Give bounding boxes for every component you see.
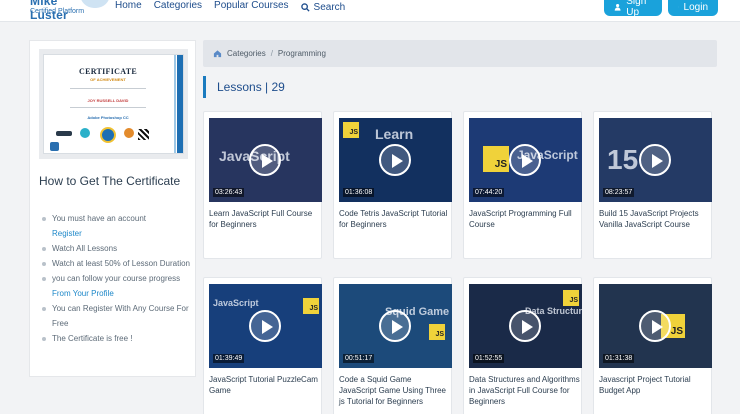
thumbnail-art: 15 <box>607 144 639 175</box>
lesson-card[interactable]: JS 01:31:38 Javascript Project Tutorial … <box>593 277 712 414</box>
certificate-course: Adobe Photoshop CC <box>87 115 129 120</box>
play-icon[interactable] <box>639 310 671 342</box>
certificate-line <box>70 107 146 108</box>
lesson-title[interactable]: Code a Squid Game JavaScript Game Using … <box>339 374 451 407</box>
lesson-duration: 01:36:08 <box>343 188 375 197</box>
lesson-title[interactable]: Build 15 JavaScript Projects Vanilla Jav… <box>599 208 711 230</box>
play-icon[interactable] <box>509 310 541 342</box>
certificate-card: CERTIFICATE OF ACHIEVEMENT JOY RUSSELL D… <box>43 54 184 154</box>
js-logo-icon: JS <box>343 122 359 138</box>
rule-text: you can follow your course progress <box>52 274 181 283</box>
js-logo-icon: JS <box>483 146 509 172</box>
lesson-duration: 00:51:17 <box>343 354 375 363</box>
play-icon[interactable] <box>249 310 281 342</box>
play-icon[interactable] <box>249 144 281 176</box>
lesson-card[interactable]: 15 08:23:57 Build 15 JavaScript Projects… <box>593 111 712 259</box>
login-icon <box>678 6 679 8</box>
play-icon[interactable] <box>639 144 671 176</box>
lesson-title[interactable]: Data Structures and Algorithms in JavaSc… <box>469 374 581 407</box>
profile-link[interactable]: From Your Profile <box>52 289 114 298</box>
certificate-accent-light <box>174 55 176 153</box>
breadcrumb-separator: / <box>270 49 273 58</box>
rule-item: you can follow your course progress From… <box>42 271 192 301</box>
rule-item: The Certificate is free ! <box>42 331 192 346</box>
breadcrumb-categories[interactable]: Categories <box>227 49 266 58</box>
lesson-card[interactable]: JavaScript 03:26:43 Learn JavaScript Ful… <box>203 111 322 259</box>
lesson-thumbnail[interactable]: 15 08:23:57 <box>599 118 712 202</box>
nav-categories[interactable]: Categories <box>154 0 202 14</box>
search-label: Search <box>313 1 346 13</box>
certificate-subtitle: OF ACHIEVEMENT <box>90 77 126 82</box>
lesson-duration: 08:23:57 <box>603 188 635 197</box>
breadcrumb-current: Programming <box>277 49 326 58</box>
lesson-title[interactable]: JavaScript Programming Full Course <box>469 208 581 230</box>
register-link[interactable]: Register <box>52 229 82 238</box>
nav-popular-courses[interactable]: Popular Courses <box>214 0 288 14</box>
lesson-thumbnail[interactable]: Squid Game JS 00:51:17 <box>339 284 452 368</box>
certificate-title: CERTIFICATE <box>79 67 137 76</box>
lesson-thumbnail[interactable]: JS 01:31:38 <box>599 284 712 368</box>
lesson-duration: 01:31:38 <box>603 354 635 363</box>
lesson-card[interactable]: Data Structures JS 01:52:55 Data Structu… <box>463 277 582 414</box>
thumbnail-art: JavaScript <box>213 298 259 308</box>
lesson-title[interactable]: Learn JavaScript Full Course for Beginne… <box>209 208 321 230</box>
lesson-title[interactable]: Javascript Project Tutorial Budget App <box>599 374 711 396</box>
lesson-card[interactable]: JS JavaScript 07:44:20 JavaScript Progra… <box>463 111 582 259</box>
lesson-thumbnail[interactable]: JS JavaScript 07:44:20 <box>469 118 582 202</box>
js-logo-icon: JS <box>563 290 579 306</box>
search-icon <box>300 2 310 12</box>
rule-item: Watch at least 50% of Lesson Duration <box>42 256 192 271</box>
rule-item: You can Register With Any Course For Fre… <box>42 301 192 331</box>
lesson-thumbnail[interactable]: JavaScript 03:26:43 <box>209 118 322 202</box>
breadcrumb: Categories / Programming <box>203 40 717 67</box>
thumbnail-art: Learn <box>375 126 414 142</box>
certificate-badge-icon <box>124 128 134 138</box>
rule-item: You must have an account Register <box>42 211 192 241</box>
main-nav: Home Categories Popular Courses Search <box>115 0 345 14</box>
certificate-rules: You must have an account Register Watch A… <box>42 211 192 346</box>
site-logo[interactable]: Mike Luster Certified Platform <box>28 0 110 22</box>
lessons-heading: Lessons | 29 <box>203 76 717 98</box>
rule-text: You must have an account <box>52 214 146 223</box>
rule-item: Watch All Lessons <box>42 241 192 256</box>
qr-code-icon <box>138 129 149 140</box>
how-to-title: How to Get The Certificate <box>39 174 181 188</box>
signup-button[interactable]: Sign Up <box>604 0 662 18</box>
lesson-duration: 01:39:49 <box>213 354 245 363</box>
lesson-thumbnail[interactable]: JS Learn 01:36:08 <box>339 118 452 202</box>
nav-search[interactable]: Search <box>300 0 346 14</box>
certificate-sidebar: CERTIFICATE OF ACHIEVEMENT JOY RUSSELL D… <box>29 40 196 377</box>
play-icon[interactable] <box>509 144 541 176</box>
lesson-card[interactable]: JS Learn 01:36:08 Code Tetris JavaScript… <box>333 111 452 259</box>
certificate-badge-icon <box>80 128 90 138</box>
js-logo-icon: JS <box>429 324 445 340</box>
js-logo-icon: JS <box>303 298 319 314</box>
top-navbar: Mike Luster Certified Platform Home Cate… <box>0 0 740 22</box>
lesson-duration: 07:44:20 <box>473 188 505 197</box>
lesson-thumbnail[interactable]: JavaScript JS 01:39:49 <box>209 284 322 368</box>
login-button[interactable]: Login <box>668 0 718 16</box>
lesson-card[interactable]: JavaScript JS 01:39:49 JavaScript Tutori… <box>203 277 322 414</box>
certificate-brand-icon <box>50 142 59 151</box>
certificate-seal-icon <box>100 127 116 143</box>
certificate-recipient: JOY RUSSELL DAVID <box>87 98 129 103</box>
signup-label: Sign Up <box>626 0 647 18</box>
play-icon[interactable] <box>379 144 411 176</box>
certificate-accent <box>177 55 183 153</box>
lesson-card[interactable]: Squid Game JS 00:51:17 Code a Squid Game… <box>333 277 452 414</box>
lesson-duration: 01:52:55 <box>473 354 505 363</box>
certificate-line <box>70 88 146 89</box>
login-label: Login <box>683 1 708 13</box>
logo-subtitle: Certified Platform <box>30 8 85 15</box>
user-icon <box>614 3 621 11</box>
lesson-title[interactable]: JavaScript Tutorial PuzzleCam Game <box>209 374 321 396</box>
lesson-thumbnail[interactable]: Data Structures JS 01:52:55 <box>469 284 582 368</box>
play-icon[interactable] <box>379 310 411 342</box>
certificate-logo <box>56 131 72 136</box>
certificate-preview: CERTIFICATE OF ACHIEVEMENT JOY RUSSELL D… <box>39 49 188 159</box>
home-icon <box>213 50 222 58</box>
nav-home[interactable]: Home <box>115 0 142 14</box>
lesson-duration: 03:26:43 <box>213 188 245 197</box>
lesson-title[interactable]: Code Tetris JavaScript Tutorial for Begi… <box>339 208 451 230</box>
